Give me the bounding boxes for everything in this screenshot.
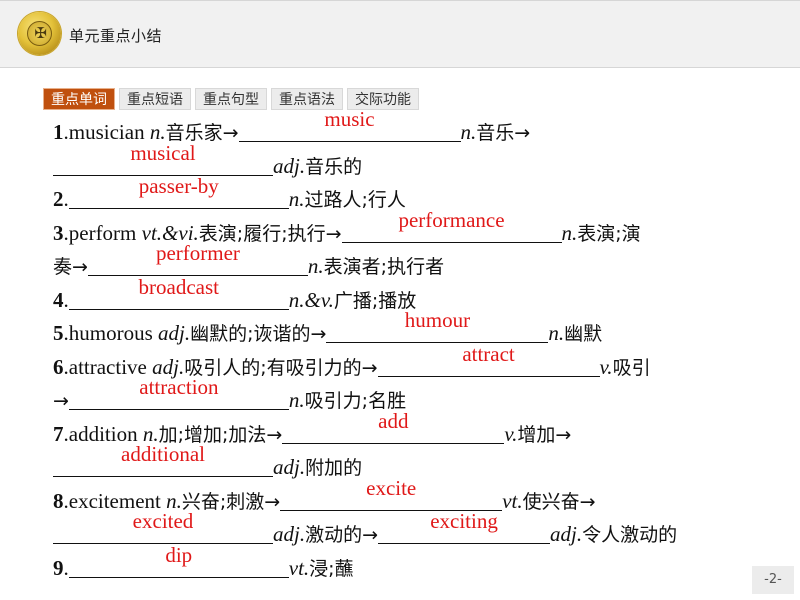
answer: performance bbox=[398, 207, 505, 232]
vocab-list: 1.musician n.音乐家→ music n.音乐→ musical adj.音… bbox=[53, 107, 773, 586]
meaning: 浸;蘸 bbox=[309, 557, 354, 580]
part-of-speech: n. bbox=[460, 120, 477, 144]
answer: broadcast bbox=[138, 274, 219, 299]
answer: excited bbox=[132, 509, 194, 533]
meaning: 表演;演 bbox=[577, 222, 641, 245]
answer-blank: attract bbox=[377, 342, 600, 377]
part-of-speech: vt. bbox=[288, 555, 310, 580]
item-number: 4 bbox=[53, 287, 64, 312]
answer-blank: add bbox=[282, 409, 505, 444]
answer: exciting bbox=[430, 509, 498, 533]
meaning: 令人激动的 bbox=[582, 524, 678, 546]
meaning: 音乐的 bbox=[305, 155, 363, 178]
part-of-speech: n. bbox=[561, 220, 578, 245]
answer: music bbox=[324, 107, 375, 131]
answer: add bbox=[378, 408, 409, 433]
part-of-speech: v. bbox=[504, 421, 518, 446]
word: .humorous bbox=[63, 321, 158, 345]
answer-blank: dip bbox=[68, 543, 289, 578]
meaning: 音乐→ bbox=[476, 122, 531, 144]
meaning: 吸引 bbox=[612, 356, 651, 379]
meaning: 激动的→ bbox=[305, 524, 379, 546]
part-of-speech: v. bbox=[599, 354, 613, 379]
item-number: 5 bbox=[53, 321, 64, 345]
answer-blank: performance bbox=[341, 208, 562, 243]
school-emblem-icon: ✠ bbox=[18, 12, 61, 55]
item-number: 2 bbox=[53, 187, 64, 211]
answer-blank: exciting bbox=[378, 509, 551, 544]
answer: attraction bbox=[139, 375, 219, 399]
answer: humour bbox=[404, 308, 471, 332]
answer: passer-by bbox=[138, 174, 219, 198]
answer: additional bbox=[121, 442, 205, 466]
item-number: 3 bbox=[53, 220, 64, 245]
meaning: 幽默的;诙谐的→ bbox=[190, 323, 327, 345]
meaning: 增加→ bbox=[517, 423, 572, 446]
answer-blank: broadcast bbox=[68, 275, 289, 310]
tab-key-words[interactable]: 重点单词 bbox=[43, 88, 115, 110]
page-title: 单元重点小结 bbox=[69, 27, 163, 45]
answer-blank: passer-by bbox=[68, 174, 289, 209]
part-of-speech: n. bbox=[288, 187, 305, 211]
part-of-speech: adj. bbox=[550, 522, 583, 546]
answer: musical bbox=[130, 140, 196, 165]
item-number: 9 bbox=[53, 555, 64, 580]
slide-header: ✠ 单元重点小结 bbox=[0, 0, 800, 68]
part-of-speech: adj. bbox=[158, 321, 191, 345]
part-of-speech: n. bbox=[307, 254, 324, 278]
answer: excite bbox=[366, 475, 417, 500]
meaning: → bbox=[53, 390, 69, 412]
item-number: 6 bbox=[53, 354, 64, 379]
answer: attract bbox=[462, 341, 515, 366]
page-number: -2- bbox=[752, 566, 794, 594]
answer-blank: attraction bbox=[68, 375, 289, 410]
answer-blank: additional bbox=[53, 442, 273, 477]
answer: dip bbox=[165, 542, 193, 567]
meaning: 表演者;执行者 bbox=[323, 256, 445, 278]
answer: performer bbox=[155, 241, 240, 265]
tab-key-phrases[interactable]: 重点短语 bbox=[119, 88, 191, 110]
list-item: 9. dip vt.浸;蘸 bbox=[53, 543, 773, 586]
